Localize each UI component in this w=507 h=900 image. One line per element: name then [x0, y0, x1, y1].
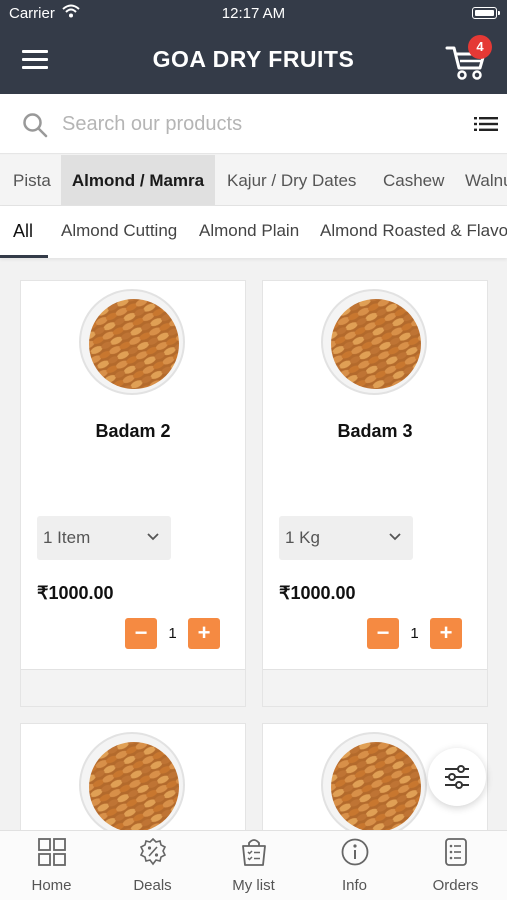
nav-item-home[interactable]: Home [1, 831, 102, 900]
nav-label: Home [31, 877, 72, 894]
product-name: Badam 3 [337, 421, 413, 441]
app-header: Carrier 12:17 AM GOA DRY FRUITS 4 [0, 0, 507, 94]
product-image [79, 289, 185, 395]
subtab-almond-cutting[interactable]: Almond Cutting [61, 206, 177, 258]
product-image [321, 289, 427, 395]
product-name: Badam 2 [95, 421, 171, 441]
quantity-value: 1 [168, 625, 177, 642]
discount-badge-icon [139, 837, 167, 866]
product-card[interactable]: Badam 3 1 Kg ₹1000.00 − 1 + [262, 280, 488, 707]
subtab-almond-roasted[interactable]: Almond Roasted & Flavoured [320, 206, 507, 258]
product-price: ₹1000.00 [37, 583, 114, 603]
search-input[interactable] [62, 106, 452, 142]
nav-item-info[interactable]: Info [304, 831, 405, 900]
category-tabs: Pista Almond / Mamra Kajur / Dry Dates C… [0, 155, 507, 206]
product-price: ₹1000.00 [279, 583, 356, 603]
card-footer [21, 669, 245, 706]
decrease-quantity-button[interactable]: − [125, 618, 157, 649]
filter-button[interactable] [428, 748, 486, 806]
search-bar [0, 94, 507, 154]
category-tab-cashew[interactable]: Cashew [383, 155, 444, 205]
status-bar: Carrier 12:17 AM [0, 0, 507, 28]
orders-icon [445, 838, 467, 866]
product-card[interactable] [20, 723, 246, 843]
nav-item-deals[interactable]: Deals [102, 831, 203, 900]
variant-value: 1 Item [43, 528, 91, 547]
category-tab-walnut[interactable]: Walnut [465, 155, 507, 205]
nav-item-orders[interactable]: Orders [405, 831, 506, 900]
app-title: GOA DRY FRUITS [152, 46, 355, 72]
variant-dropdown[interactable]: 1 Kg [279, 516, 413, 560]
category-tab-pista[interactable]: Pista [13, 155, 51, 205]
product-card[interactable]: Badam 2 1 Item ₹1000.00 − 1 + [20, 280, 246, 707]
info-icon [341, 838, 369, 866]
increase-quantity-button[interactable]: + [188, 618, 220, 649]
subtab-all[interactable]: All [13, 206, 33, 258]
shopping-bag-list-icon [242, 839, 266, 866]
chevron-down-icon [147, 533, 159, 541]
status-time: 12:17 AM [221, 5, 286, 22]
product-image [321, 732, 427, 838]
nav-label: Info [341, 877, 368, 894]
cart-count-badge: 4 [468, 35, 492, 59]
nav-label: My list [232, 877, 275, 894]
variant-dropdown[interactable]: 1 Item [37, 516, 171, 560]
nav-item-my-list[interactable]: My list [203, 831, 304, 900]
list-view-icon[interactable] [474, 116, 498, 132]
battery-icon [472, 7, 500, 19]
chevron-down-icon [389, 533, 401, 541]
quantity-value: 1 [410, 625, 419, 642]
category-tab-kajur[interactable]: Kajur / Dry Dates [227, 155, 356, 205]
active-subtab-indicator [0, 255, 48, 258]
product-image [79, 732, 185, 838]
decrease-quantity-button[interactable]: − [367, 618, 399, 649]
variant-value: 1 Kg [285, 528, 320, 547]
bottom-navigation: Home Deals My list Info Orders [0, 830, 507, 900]
subcategory-tabs: All Almond Cutting Almond Plain Almond R… [0, 206, 507, 258]
increase-quantity-button[interactable]: + [430, 618, 462, 649]
filter-sliders-icon [445, 765, 469, 789]
card-footer [263, 669, 487, 706]
grid-icon [38, 838, 66, 866]
subtab-almond-plain[interactable]: Almond Plain [199, 206, 299, 258]
search-icon [23, 113, 48, 138]
nav-label: Deals [133, 877, 172, 894]
category-tab-almond[interactable]: Almond / Mamra [61, 155, 215, 205]
nav-label: Orders [432, 877, 479, 894]
